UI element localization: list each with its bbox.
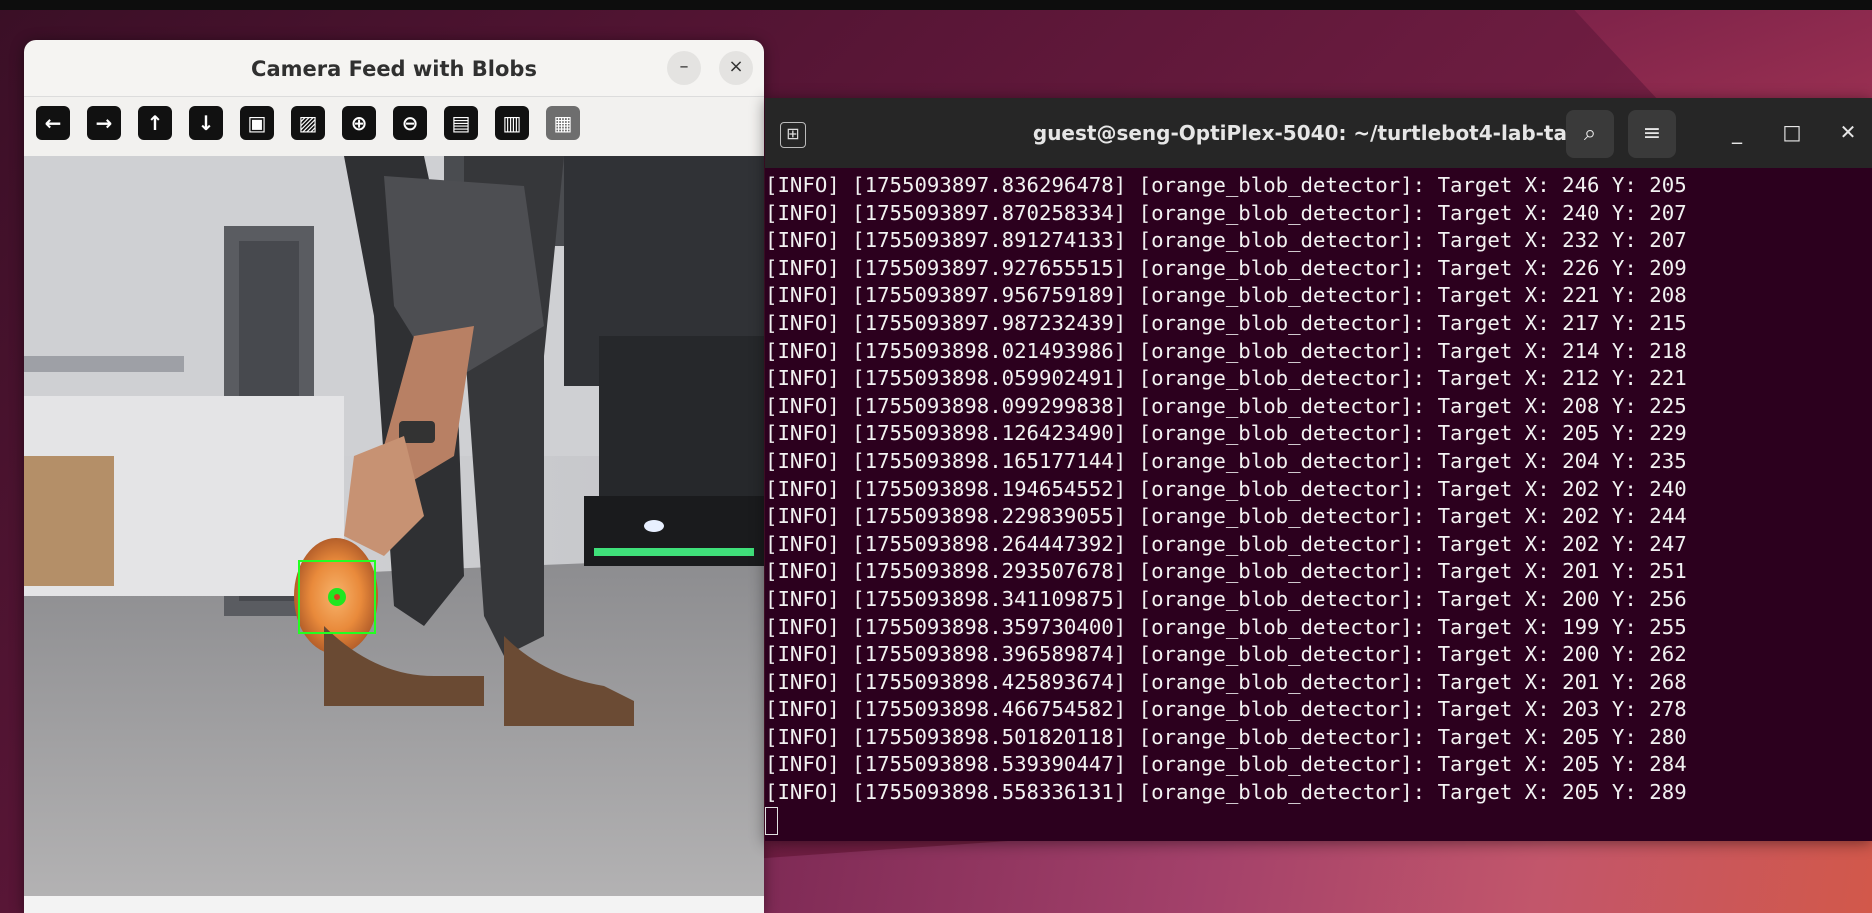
log-line: [INFO] [1755093898.194654552] [orange_bl…	[765, 476, 1687, 501]
save-icon[interactable]: ▤	[444, 106, 478, 140]
log-line: [INFO] [1755093898.539390447] [orange_bl…	[765, 752, 1687, 777]
close-button[interactable]: ✕	[1834, 120, 1862, 144]
desktop-wallpaper-shape	[1574, 10, 1872, 110]
log-line: [INFO] [1755093898.466754582] [orange_bl…	[765, 697, 1687, 722]
image-settings-icon[interactable]: ▨	[291, 106, 325, 140]
log-line: [INFO] [1755093898.021493986] [orange_bl…	[765, 338, 1687, 363]
log-line: [INFO] [1755093898.293507678] [orange_bl…	[765, 559, 1687, 584]
image-icon[interactable]: ▣	[240, 106, 274, 140]
terminal-output[interactable]: [INFO] [1755093897.836296478] [orange_bl…	[765, 172, 1872, 837]
log-line: [INFO] [1755093898.341109875] [orange_bl…	[765, 586, 1687, 611]
log-lines: [INFO] [1755093897.836296478] [orange_bl…	[765, 172, 1872, 807]
terminal-title: guest@seng-OptiPlex-5040: ~/turtlebot4-l…	[1032, 121, 1605, 145]
log-line: [INFO] [1755093898.359730400] [orange_bl…	[765, 614, 1687, 639]
log-line: [INFO] [1755093898.099299838] [orange_bl…	[765, 393, 1687, 418]
minimize-button[interactable]: _	[1723, 120, 1751, 144]
down-arrow-icon[interactable]: ↓	[189, 106, 223, 140]
log-line: [INFO] [1755093898.165177144] [orange_bl…	[765, 448, 1687, 473]
log-line: [INFO] [1755093897.927655515] [orange_bl…	[765, 255, 1687, 280]
log-line: [INFO] [1755093897.836296478] [orange_bl…	[765, 173, 1687, 197]
terminal-cursor	[765, 806, 778, 835]
zoom-in-icon[interactable]: ⊕	[342, 106, 376, 140]
new-tab-icon[interactable]: ⊞	[780, 122, 806, 148]
log-line: [INFO] [1755093898.126423490] [orange_bl…	[765, 421, 1687, 446]
camera-window: Camera Feed with Blobs – × ← → ↑ ↓ ▣ ▨ ⊕…	[24, 40, 764, 913]
desktop-wallpaper-shape	[760, 835, 1872, 913]
log-line: [INFO] [1755093897.956759189] [orange_bl…	[765, 283, 1687, 308]
log-line: [INFO] [1755093898.264447392] [orange_bl…	[765, 531, 1687, 556]
minimize-button[interactable]: –	[667, 51, 701, 85]
log-line: [INFO] [1755093898.059902491] [orange_bl…	[765, 366, 1687, 391]
log-line: [INFO] [1755093897.891274133] [orange_bl…	[765, 228, 1687, 253]
log-line: [INFO] [1755093898.501820118] [orange_bl…	[765, 724, 1687, 749]
terminal-window: guest@seng-OptiPlex-5040: ~/turtlebot4-l…	[765, 98, 1872, 841]
search-icon[interactable]: ⌕	[1566, 110, 1614, 158]
log-line: [INFO] [1755093898.396589874] [orange_bl…	[765, 642, 1687, 667]
close-button[interactable]: ×	[719, 51, 753, 85]
menu-icon[interactable]: ≡	[1628, 110, 1676, 158]
maximize-button[interactable]: □	[1778, 120, 1806, 144]
log-line: [INFO] [1755093898.425893674] [orange_bl…	[765, 669, 1687, 694]
back-arrow-icon[interactable]: ←	[36, 106, 70, 140]
camera-feed-image[interactable]	[24, 156, 764, 896]
properties-icon[interactable]: ▦	[546, 106, 580, 140]
status-bar	[24, 896, 764, 913]
clipboard-icon[interactable]: ▥	[495, 106, 529, 140]
zoom-out-icon[interactable]: ⊖	[393, 106, 427, 140]
up-arrow-icon[interactable]: ↑	[138, 106, 172, 140]
top-panel	[0, 0, 1872, 10]
log-line: [INFO] [1755093898.558336131] [orange_bl…	[765, 780, 1687, 805]
window-title: Camera Feed with Blobs	[251, 57, 537, 81]
log-line: [INFO] [1755093898.229839055] [orange_bl…	[765, 504, 1687, 529]
log-line: [INFO] [1755093897.987232439] [orange_bl…	[765, 310, 1687, 335]
forward-arrow-icon[interactable]: →	[87, 106, 121, 140]
log-line: [INFO] [1755093897.870258334] [orange_bl…	[765, 200, 1687, 225]
